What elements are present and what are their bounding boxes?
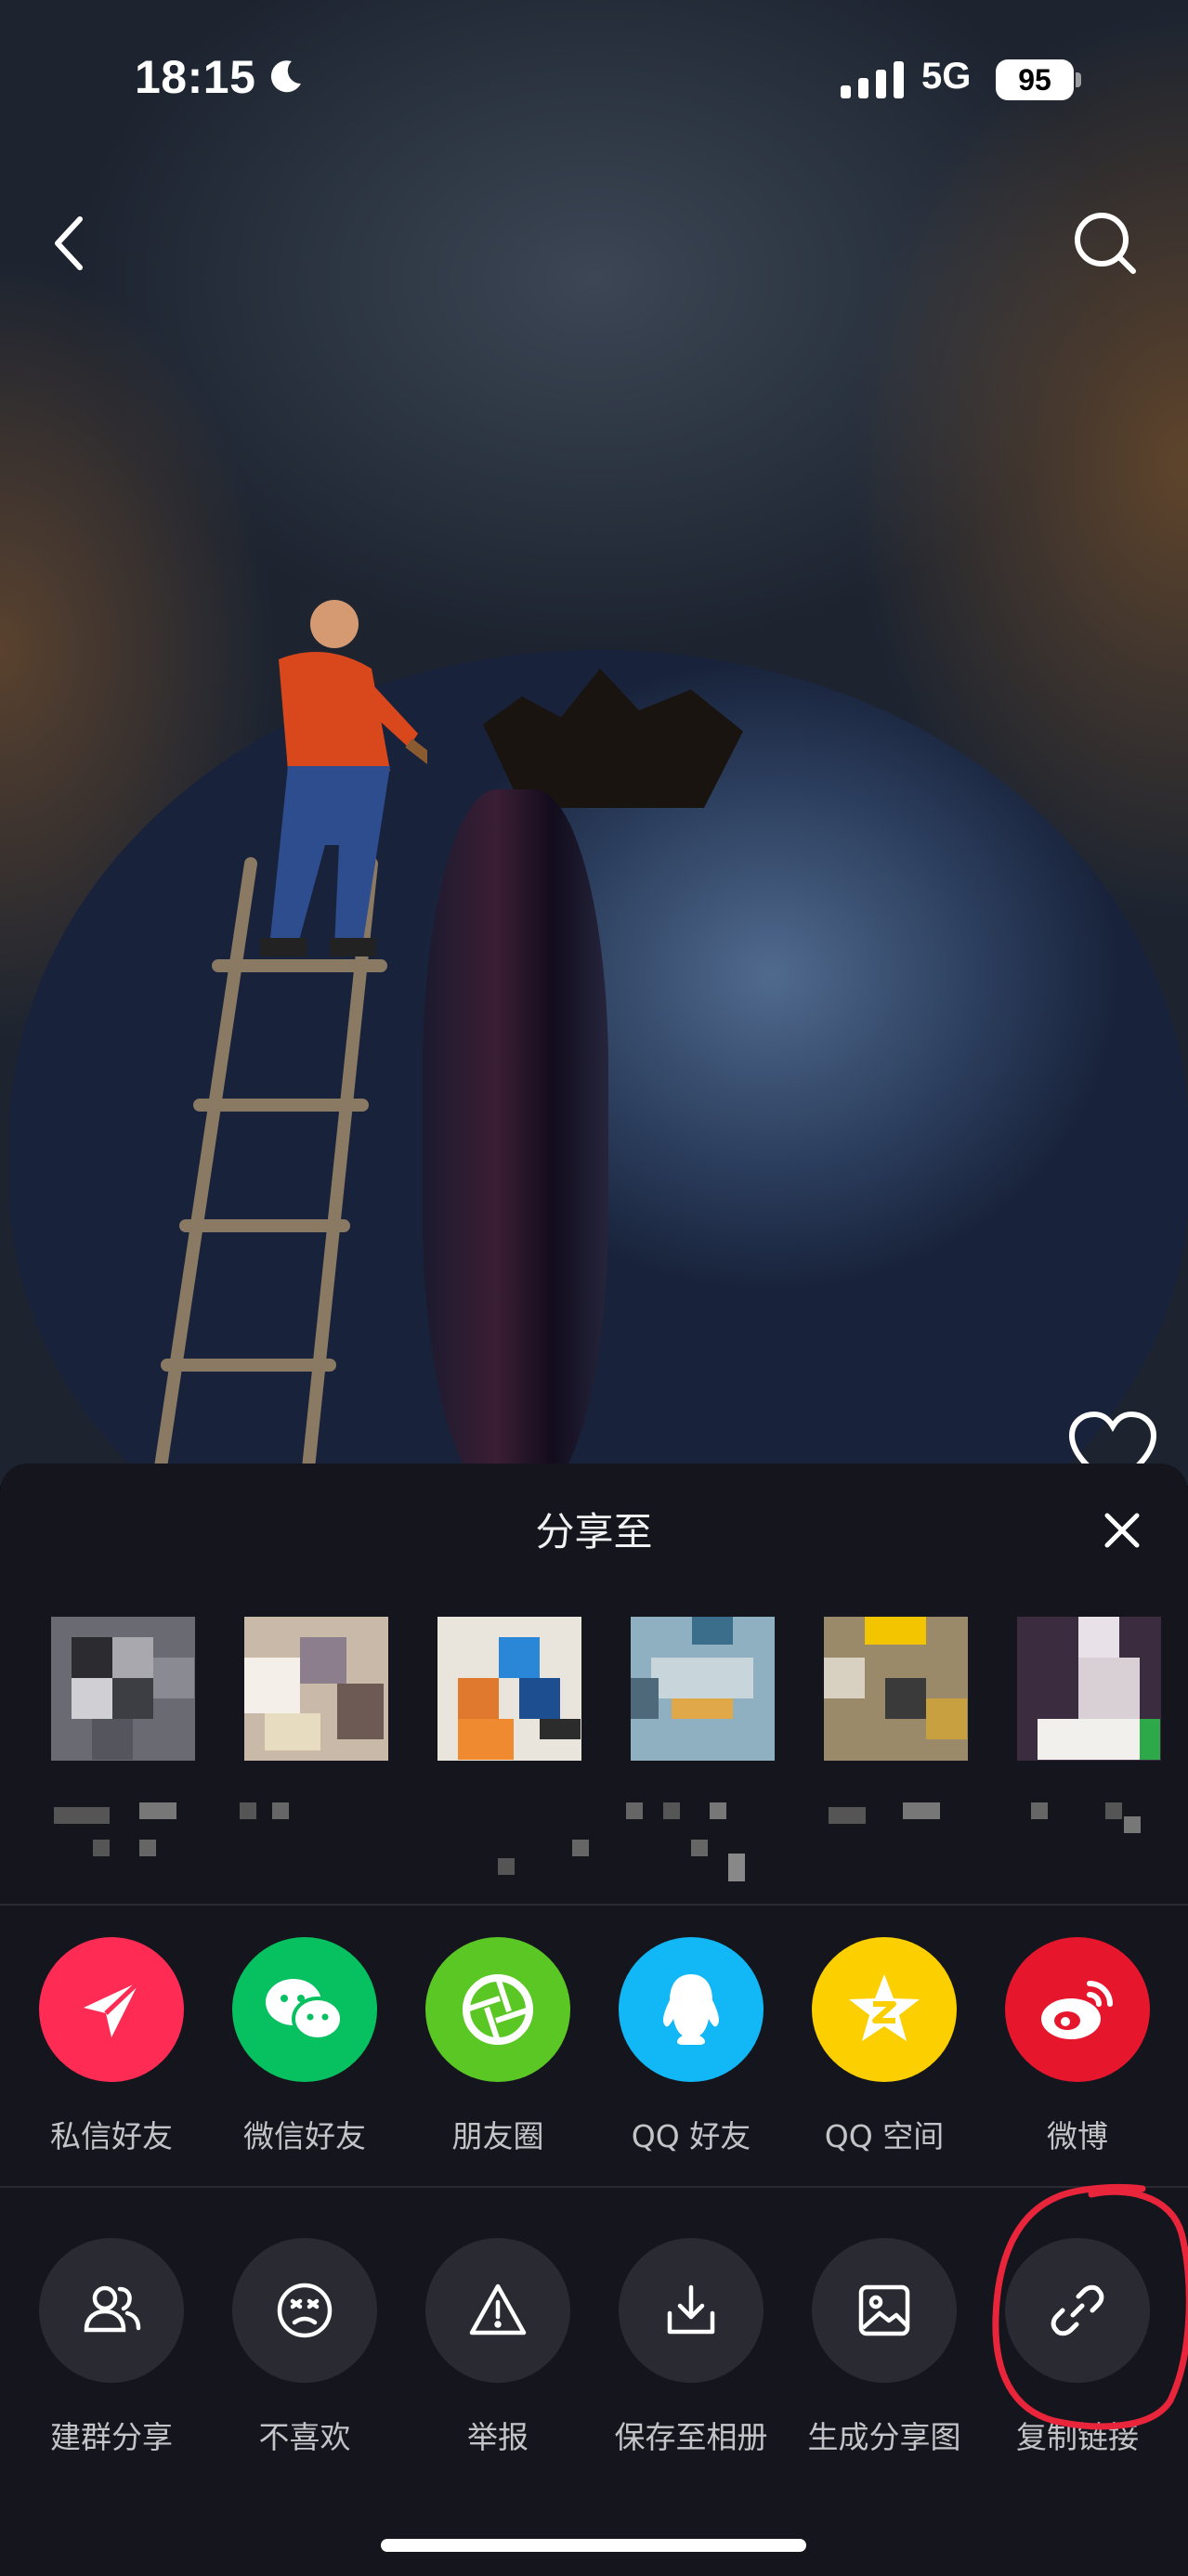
action-generate-share-image[interactable]: 生成分享图 — [773, 2238, 966, 2461]
share-target-weibo[interactable]: 微博 — [966, 1937, 1159, 2160]
recent-contacts-row — [0, 1617, 1188, 1895]
weibo-icon — [1005, 1937, 1150, 2082]
dislike-face-icon — [232, 2238, 377, 2383]
avatar — [824, 1617, 968, 1761]
search-icon[interactable] — [1068, 206, 1142, 280]
close-icon[interactable] — [1092, 1501, 1152, 1560]
action-report[interactable]: 举报 — [386, 2238, 580, 2461]
contact-item[interactable] — [230, 1617, 398, 1895]
action-label: 举报 — [467, 2419, 529, 2455]
miniature-worker-figure — [260, 583, 427, 956]
avatar — [51, 1617, 195, 1761]
battery-level: 95 — [996, 59, 1074, 100]
share-target-qzone[interactable]: QQ 空间 — [773, 1937, 966, 2160]
report-warning-icon — [425, 2238, 570, 2383]
action-label: 保存至相册 — [614, 2419, 768, 2455]
share-target-qq[interactable]: QQ 好友 — [580, 1937, 773, 2160]
contact-item[interactable] — [424, 1617, 591, 1895]
share-target-dm[interactable]: 私信好友 — [0, 1937, 193, 2160]
back-chevron-icon[interactable] — [43, 206, 98, 280]
image-icon — [812, 2238, 957, 2383]
contact-item[interactable] — [37, 1617, 204, 1895]
action-label: 生成分享图 — [807, 2419, 961, 2455]
status-bar: 18:15 5G 95 — [0, 0, 1188, 158]
avatar — [631, 1617, 775, 1761]
qq-penguin-icon — [619, 1937, 764, 2082]
action-label: 建群分享 — [50, 2419, 173, 2455]
avatar — [437, 1617, 581, 1761]
paper-plane-icon — [39, 1937, 184, 2082]
home-indicator — [381, 2539, 806, 2552]
moon-icon — [270, 60, 301, 93]
download-icon — [619, 2238, 764, 2383]
post-photo — [0, 0, 1188, 1486]
battery-icon: 95 — [996, 59, 1081, 100]
avatar — [1017, 1617, 1161, 1761]
share-target-label: 朋友圈 — [451, 2118, 544, 2154]
contact-item[interactable] — [617, 1617, 784, 1895]
qzone-star-icon — [812, 1937, 957, 2082]
divider — [0, 1904, 1188, 1906]
contact-name-blurred — [230, 1802, 407, 1886]
share-target-label: QQ 空间 — [824, 2118, 945, 2154]
share-target-wechat[interactable]: 微信好友 — [193, 1937, 386, 2160]
share-target-label: 微信好友 — [243, 2118, 366, 2154]
share-target-label: 微博 — [1047, 2118, 1108, 2154]
cellular-signal-icon — [841, 61, 904, 98]
share-targets-row: 私信好友 微信好友 朋友圈 QQ 好友 QQ 空间 微博 — [0, 1937, 1188, 2160]
contact-name-blurred — [1003, 1802, 1180, 1886]
contact-item[interactable] — [810, 1617, 977, 1895]
blueberry-crack — [423, 789, 608, 1486]
share-target-label: 私信好友 — [50, 2118, 173, 2154]
contact-item[interactable] — [1003, 1617, 1170, 1895]
network-type: 5G — [921, 56, 972, 97]
contact-name-blurred — [810, 1802, 986, 1886]
contact-name-blurred — [424, 1802, 600, 1886]
share-target-label: QQ 好友 — [631, 2118, 751, 2154]
action-label: 不喜欢 — [258, 2419, 351, 2455]
action-group-share[interactable]: 建群分享 — [0, 2238, 193, 2461]
red-circle-annotation — [992, 2183, 1188, 2430]
moments-aperture-icon — [425, 1937, 570, 2082]
action-dislike[interactable]: 不喜欢 — [193, 2238, 386, 2461]
contact-name-blurred — [617, 1802, 793, 1886]
share-target-moments[interactable]: 朋友圈 — [386, 1937, 580, 2160]
avatar — [244, 1617, 388, 1761]
group-users-icon — [39, 2238, 184, 2383]
contact-name-blurred — [37, 1802, 214, 1886]
share-sheet-title: 分享至 — [535, 1509, 653, 1555]
status-time: 18:15 — [135, 51, 256, 103]
action-save-to-album[interactable]: 保存至相册 — [580, 2238, 773, 2461]
wechat-icon — [232, 1937, 377, 2082]
